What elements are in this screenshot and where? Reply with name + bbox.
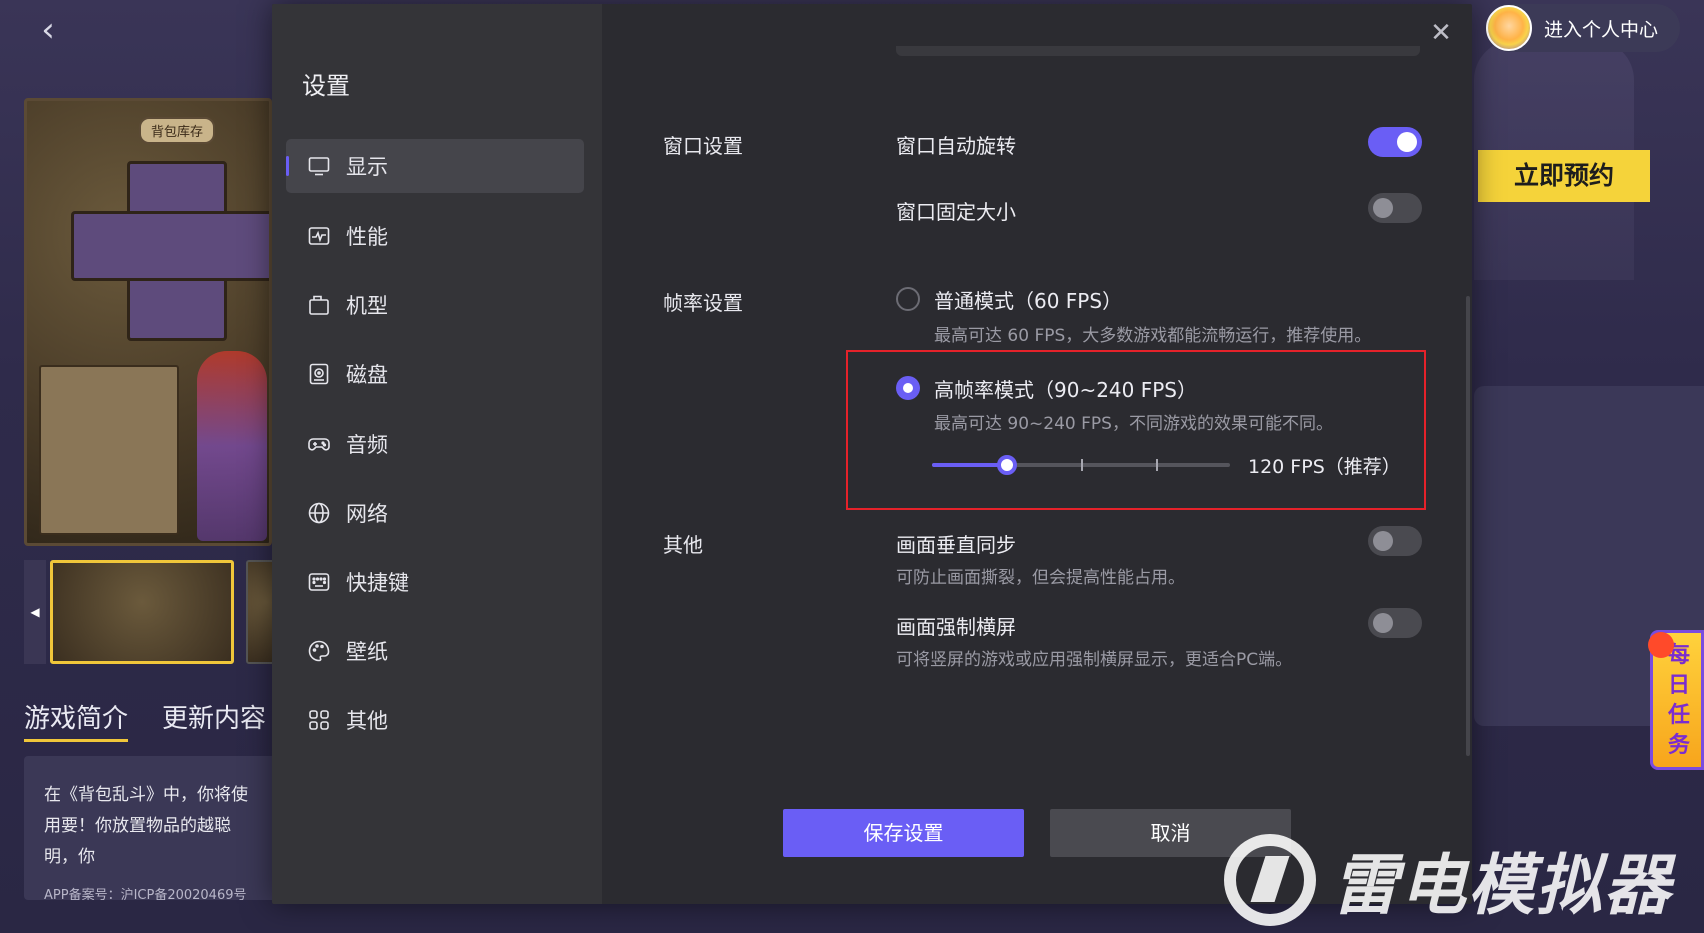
nav-item-wallpaper[interactable]: 壁纸 xyxy=(286,624,584,678)
intro-text: 在《背包乱斗》中，你将使用要！你放置物品的越聪明，你 xyxy=(44,785,248,867)
force-landscape-desc: 可将竖屏的游戏或应用强制横屏显示，更适合PC端。 xyxy=(896,650,1293,670)
section-other: 其他 xyxy=(663,533,703,557)
reserve-button[interactable]: 立即预约 xyxy=(1478,150,1650,202)
gamepad-icon xyxy=(306,431,332,457)
nav-label: 音频 xyxy=(346,433,388,457)
auto-rotate-toggle[interactable] xyxy=(1368,127,1422,157)
palette-icon xyxy=(306,638,332,664)
toggle-knob xyxy=(1373,198,1393,218)
force-landscape-toggle[interactable] xyxy=(1368,608,1422,638)
nav-label: 其他 xyxy=(346,709,388,733)
vsync-desc: 可防止画面撕裂，但会提高性能占用。 xyxy=(896,568,1185,588)
section-fps-settings: 帧率设置 xyxy=(663,291,743,315)
globe-icon xyxy=(306,500,332,526)
nav-item-device-model[interactable]: 机型 xyxy=(286,278,584,332)
nav-item-audio[interactable]: 音频 xyxy=(286,417,584,471)
cancel-button[interactable]: 取消 xyxy=(1050,809,1291,857)
nav-item-shortcuts[interactable]: 快捷键 xyxy=(286,555,584,609)
collapsed-panel-edge xyxy=(896,46,1420,56)
force-landscape-label: 画面强制横屏 xyxy=(896,615,1016,639)
nav-label: 网络 xyxy=(346,502,388,526)
normal-mode-label[interactable]: 普通模式（60 FPS） xyxy=(934,285,1122,314)
slider-fill xyxy=(932,463,1007,467)
avatar xyxy=(1486,5,1532,51)
keyboard-icon xyxy=(306,569,332,595)
nav-label: 性能 xyxy=(346,225,388,249)
grid-icon xyxy=(306,707,332,733)
user-center-button[interactable]: 进入个人中心 xyxy=(1486,4,1680,52)
game-grid-block xyxy=(71,211,269,281)
save-button[interactable]: 保存设置 xyxy=(783,809,1024,857)
game-screenshot[interactable]: 背包库存 xyxy=(24,98,272,546)
chevron-left-icon: ‹ xyxy=(41,10,55,50)
fps-slider[interactable] xyxy=(932,455,1230,475)
high-fps-mode-desc: 最高可达 90~240 FPS，不同游戏的效果可能不同。 xyxy=(934,414,1333,434)
toggle-knob xyxy=(1373,613,1393,633)
nav-label: 显示 xyxy=(346,155,388,179)
thumb-prev-arrow[interactable]: ◀ xyxy=(24,560,46,664)
tab-intro[interactable]: 游戏简介 xyxy=(24,698,129,742)
slider-tick xyxy=(1081,459,1083,471)
nav-label: 壁纸 xyxy=(346,640,388,664)
close-button[interactable]: ✕ xyxy=(1426,18,1456,48)
disk-icon xyxy=(306,361,332,387)
icp-text: APP备案号：沪ICP备20020469号 xyxy=(44,888,247,900)
back-button[interactable]: ‹ xyxy=(28,10,68,50)
slider-knob[interactable] xyxy=(996,455,1017,475)
nav-label: 磁盘 xyxy=(346,363,388,387)
settings-modal: 设置 显示 性能 机型 磁盘 音频 网络 快捷键 壁纸 其他 ✕ 窗口设置 窗口… xyxy=(272,4,1472,904)
thumbnail-active[interactable] xyxy=(50,560,234,664)
fixed-size-toggle[interactable] xyxy=(1368,193,1422,223)
game-tabs: 游戏简介 更新内容 xyxy=(24,698,266,742)
nav-label: 机型 xyxy=(346,294,388,318)
section-window-settings: 窗口设置 xyxy=(663,134,743,158)
notification-dot xyxy=(1648,632,1674,658)
nav-item-network[interactable]: 网络 xyxy=(286,486,584,540)
fixed-size-label: 窗口固定大小 xyxy=(896,200,1016,224)
toggle-knob xyxy=(1397,132,1417,152)
thumbnail-strip: ◀ xyxy=(24,560,286,664)
device-model-icon xyxy=(306,292,332,318)
nav-item-performance[interactable]: 性能 xyxy=(286,209,584,263)
toggle-knob xyxy=(1373,531,1393,551)
high-fps-mode-label[interactable]: 高帧率模式（90~240 FPS） xyxy=(934,374,1197,403)
settings-sidebar: 设置 显示 性能 机型 磁盘 音频 网络 快捷键 壁纸 其他 xyxy=(272,4,602,904)
slider-tick xyxy=(1155,459,1158,471)
monitor-icon xyxy=(306,153,332,179)
intro-card: 在《背包乱斗》中，你将使用要！你放置物品的越聪明，你 APP备案号：沪ICP备2… xyxy=(24,756,284,900)
close-icon: ✕ xyxy=(1430,18,1452,48)
settings-title: 设置 xyxy=(302,72,350,100)
game-character xyxy=(197,351,267,541)
normal-mode-desc: 最高可达 60 FPS，大多数游戏都能流畅运行，推荐使用。 xyxy=(934,326,1372,346)
tab-updates[interactable]: 更新内容 xyxy=(162,698,266,742)
scrollbar[interactable] xyxy=(1466,296,1470,756)
nav-item-other[interactable]: 其他 xyxy=(286,693,584,747)
game-bag-label: 背包库存 xyxy=(139,117,216,144)
vsync-label: 画面垂直同步 xyxy=(896,533,1016,557)
user-center-label: 进入个人中心 xyxy=(1544,18,1659,41)
high-fps-mode-radio[interactable] xyxy=(896,376,920,400)
nav-item-disk[interactable]: 磁盘 xyxy=(286,347,584,401)
fps-slider-value: 120 FPS（推荐） xyxy=(1248,456,1401,478)
nav-label: 快捷键 xyxy=(346,571,409,595)
normal-mode-radio[interactable] xyxy=(896,287,920,311)
nav-item-display[interactable]: 显示 xyxy=(286,139,584,193)
performance-icon xyxy=(306,223,332,249)
auto-rotate-label: 窗口自动旋转 xyxy=(896,134,1016,158)
game-stats-panel xyxy=(39,365,179,535)
vsync-toggle[interactable] xyxy=(1368,526,1422,556)
